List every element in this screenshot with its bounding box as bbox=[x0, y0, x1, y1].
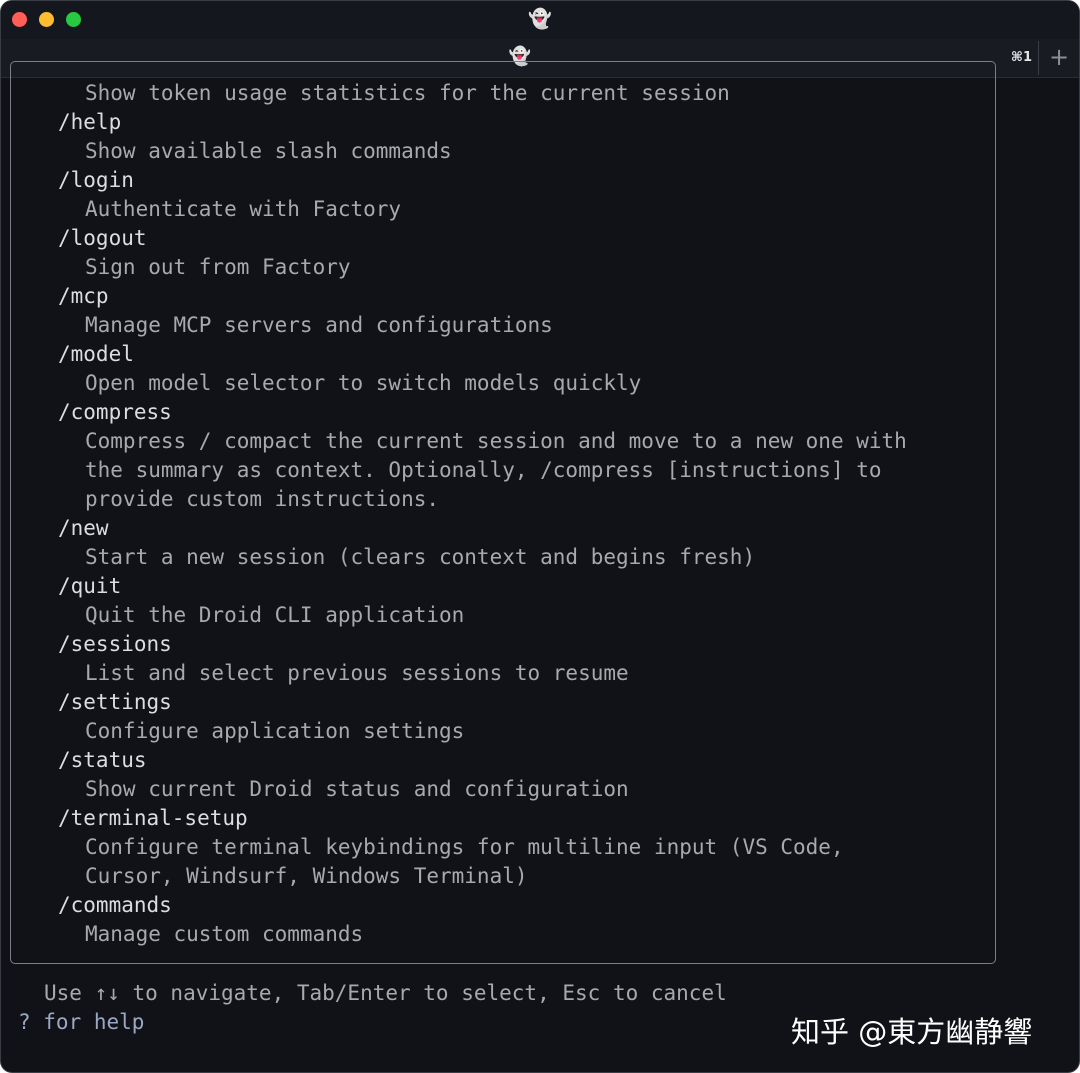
slash-command-item[interactable]: /terminal-setup bbox=[1, 804, 1001, 833]
tab-divider bbox=[1038, 41, 1039, 75]
slash-command-item[interactable]: /quit bbox=[1, 572, 1001, 601]
command-description: Configure terminal keybindings for multi… bbox=[85, 835, 844, 859]
navigation-hint: Use ↑↓ to navigate, Tab/Enter to select,… bbox=[44, 981, 727, 1005]
command-description: Quit the Droid CLI application bbox=[85, 603, 465, 627]
slash-command-item[interactable]: /compress bbox=[1, 398, 1001, 427]
tab-shortcut-label: ⌘1 bbox=[1010, 50, 1032, 65]
slash-command-item[interactable]: /new bbox=[1, 514, 1001, 543]
terminal-window: 👻 👻 ⌘1 + Show token usage statistics for… bbox=[0, 0, 1080, 1073]
command-list: Show token usage statistics for the curr… bbox=[1, 79, 1001, 949]
command-description: Open model selector to switch models qui… bbox=[85, 371, 642, 395]
command-description: the summary as context. Optionally, /com… bbox=[85, 458, 882, 482]
help-prompt: ? for help bbox=[18, 1010, 145, 1034]
command-description: Start a new session (clears context and … bbox=[85, 545, 756, 569]
ghost-icon: 👻 bbox=[528, 8, 552, 30]
title-bar: 👻 bbox=[1, 1, 1079, 39]
command-description: Cursor, Windsurf, Windows Terminal) bbox=[85, 864, 528, 888]
command-description: Authenticate with Factory bbox=[85, 197, 402, 221]
command-description: Show available slash commands bbox=[85, 139, 452, 163]
slash-command-item[interactable]: /commands bbox=[1, 891, 1001, 920]
new-tab-button[interactable]: + bbox=[1047, 43, 1071, 71]
slash-command-item[interactable]: /mcp bbox=[1, 282, 1001, 311]
zhihu-watermark: 知乎 @東方幽静響 bbox=[791, 1015, 1033, 1049]
slash-command-item[interactable]: /settings bbox=[1, 688, 1001, 717]
command-description: provide custom instructions. bbox=[85, 487, 440, 511]
command-description: Show token usage statistics for the curr… bbox=[85, 81, 730, 105]
slash-command-item[interactable]: /login bbox=[1, 166, 1001, 195]
command-description: Show current Droid status and configurat… bbox=[85, 777, 629, 801]
command-description: Compress / compact the current session a… bbox=[85, 429, 907, 453]
command-description: Sign out from Factory bbox=[85, 255, 351, 279]
command-description: Manage MCP servers and configurations bbox=[85, 313, 553, 337]
slash-command-item[interactable]: /status bbox=[1, 746, 1001, 775]
slash-command-item[interactable]: /help bbox=[1, 108, 1001, 137]
command-description: Manage custom commands bbox=[85, 922, 364, 946]
command-description: List and select previous sessions to res… bbox=[85, 661, 629, 685]
slash-command-item[interactable]: /model bbox=[1, 340, 1001, 369]
command-description: Configure application settings bbox=[85, 719, 465, 743]
slash-command-item[interactable]: /sessions bbox=[1, 630, 1001, 659]
slash-command-item[interactable]: /logout bbox=[1, 224, 1001, 253]
